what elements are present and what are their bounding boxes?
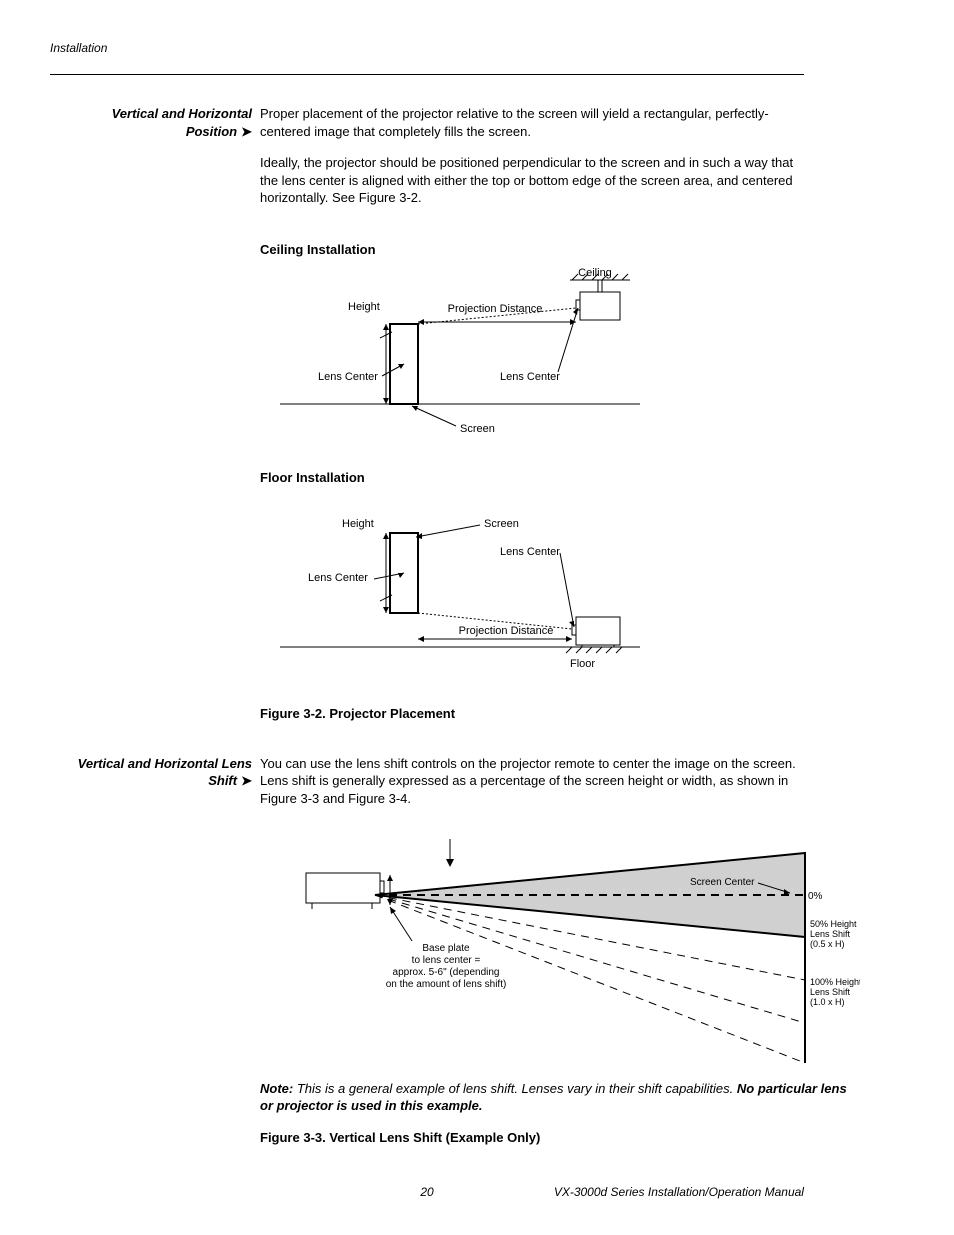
svg-text:on the amount of lens shift): on the amount of lens shift) xyxy=(386,979,507,990)
svg-text:0%: 0% xyxy=(808,891,823,902)
side-heading-lens-shift-text: Vertical and Horizontal Lens Shift xyxy=(78,756,252,789)
lens-shift-paragraph-1: You can use the lens shift controls on t… xyxy=(260,755,804,808)
svg-text:Screen: Screen xyxy=(484,518,519,530)
note-label: Note: xyxy=(260,1081,293,1096)
svg-text:Base plate: Base plate xyxy=(422,943,470,954)
svg-text:Height: Height xyxy=(348,301,380,313)
position-paragraph-2: Ideally, the projector should be positio… xyxy=(260,154,804,207)
svg-text:to lens center =: to lens center = xyxy=(412,955,481,966)
side-heading-position: Vertical and Horizontal Position➤ xyxy=(50,105,260,140)
svg-text:Screen: Screen xyxy=(460,423,495,435)
svg-text:Ceiling: Ceiling xyxy=(578,268,612,279)
arrow-icon: ➤ xyxy=(241,773,252,788)
svg-text:(1.0 x H): (1.0 x H) xyxy=(810,997,845,1007)
floor-installation-diagram: Floor Height Projection Distance Screen xyxy=(260,497,660,687)
svg-text:50% Height: 50% Height xyxy=(810,919,857,929)
svg-text:Height: Height xyxy=(342,518,374,530)
floor-installation-title: Floor Installation xyxy=(260,469,804,487)
position-paragraph-1: Proper placement of the projector relati… xyxy=(260,105,804,140)
svg-text:(0.5 x H): (0.5 x H) xyxy=(810,939,845,949)
svg-text:Lens Shift: Lens Shift xyxy=(810,987,851,997)
svg-text:Floor: Floor xyxy=(570,658,595,670)
note-text: This is a general example of lens shift.… xyxy=(293,1081,737,1096)
vertical-lens-shift-diagram: Screen Center 0% 50% Height Lens Shift (… xyxy=(260,835,860,1065)
ceiling-installation-title: Ceiling Installation xyxy=(260,241,804,259)
svg-text:approx. 5-6" (depending: approx. 5-6" (depending xyxy=(393,967,500,978)
figure-3-3-caption: Figure 3-3. Vertical Lens Shift (Example… xyxy=(260,1129,860,1147)
page-header: Installation xyxy=(50,40,804,56)
svg-text:Lens Shift: Lens Shift xyxy=(810,929,851,939)
arrow-icon: ➤ xyxy=(241,124,252,139)
svg-text:Lens Center: Lens Center xyxy=(500,371,560,383)
svg-text:Projection Distance: Projection Distance xyxy=(448,303,543,315)
page-number: 20 xyxy=(301,1184,552,1200)
side-heading-position-text: Vertical and Horizontal Position xyxy=(112,106,252,139)
svg-text:Screen Center: Screen Center xyxy=(690,877,755,888)
svg-text:100% Height: 100% Height xyxy=(810,977,860,987)
manual-title: VX-3000d Series Installation/Operation M… xyxy=(553,1184,804,1200)
svg-text:Projection Distance: Projection Distance xyxy=(459,625,554,637)
svg-text:Lens Center: Lens Center xyxy=(308,572,368,584)
svg-text:Lens Center: Lens Center xyxy=(318,371,378,383)
note-block: Note: This is a general example of lens … xyxy=(260,1080,860,1115)
page-footer: 20 VX-3000d Series Installation/Operatio… xyxy=(50,1184,804,1200)
figure-3-2-caption: Figure 3-2. Projector Placement xyxy=(260,705,804,723)
header-rule xyxy=(50,74,804,75)
ceiling-installation-diagram: Ceiling Height Projection Distance Lens … xyxy=(260,268,660,458)
svg-text:Lens Center: Lens Center xyxy=(500,546,560,558)
side-heading-lens-shift: Vertical and Horizontal Lens Shift➤ xyxy=(50,755,260,790)
